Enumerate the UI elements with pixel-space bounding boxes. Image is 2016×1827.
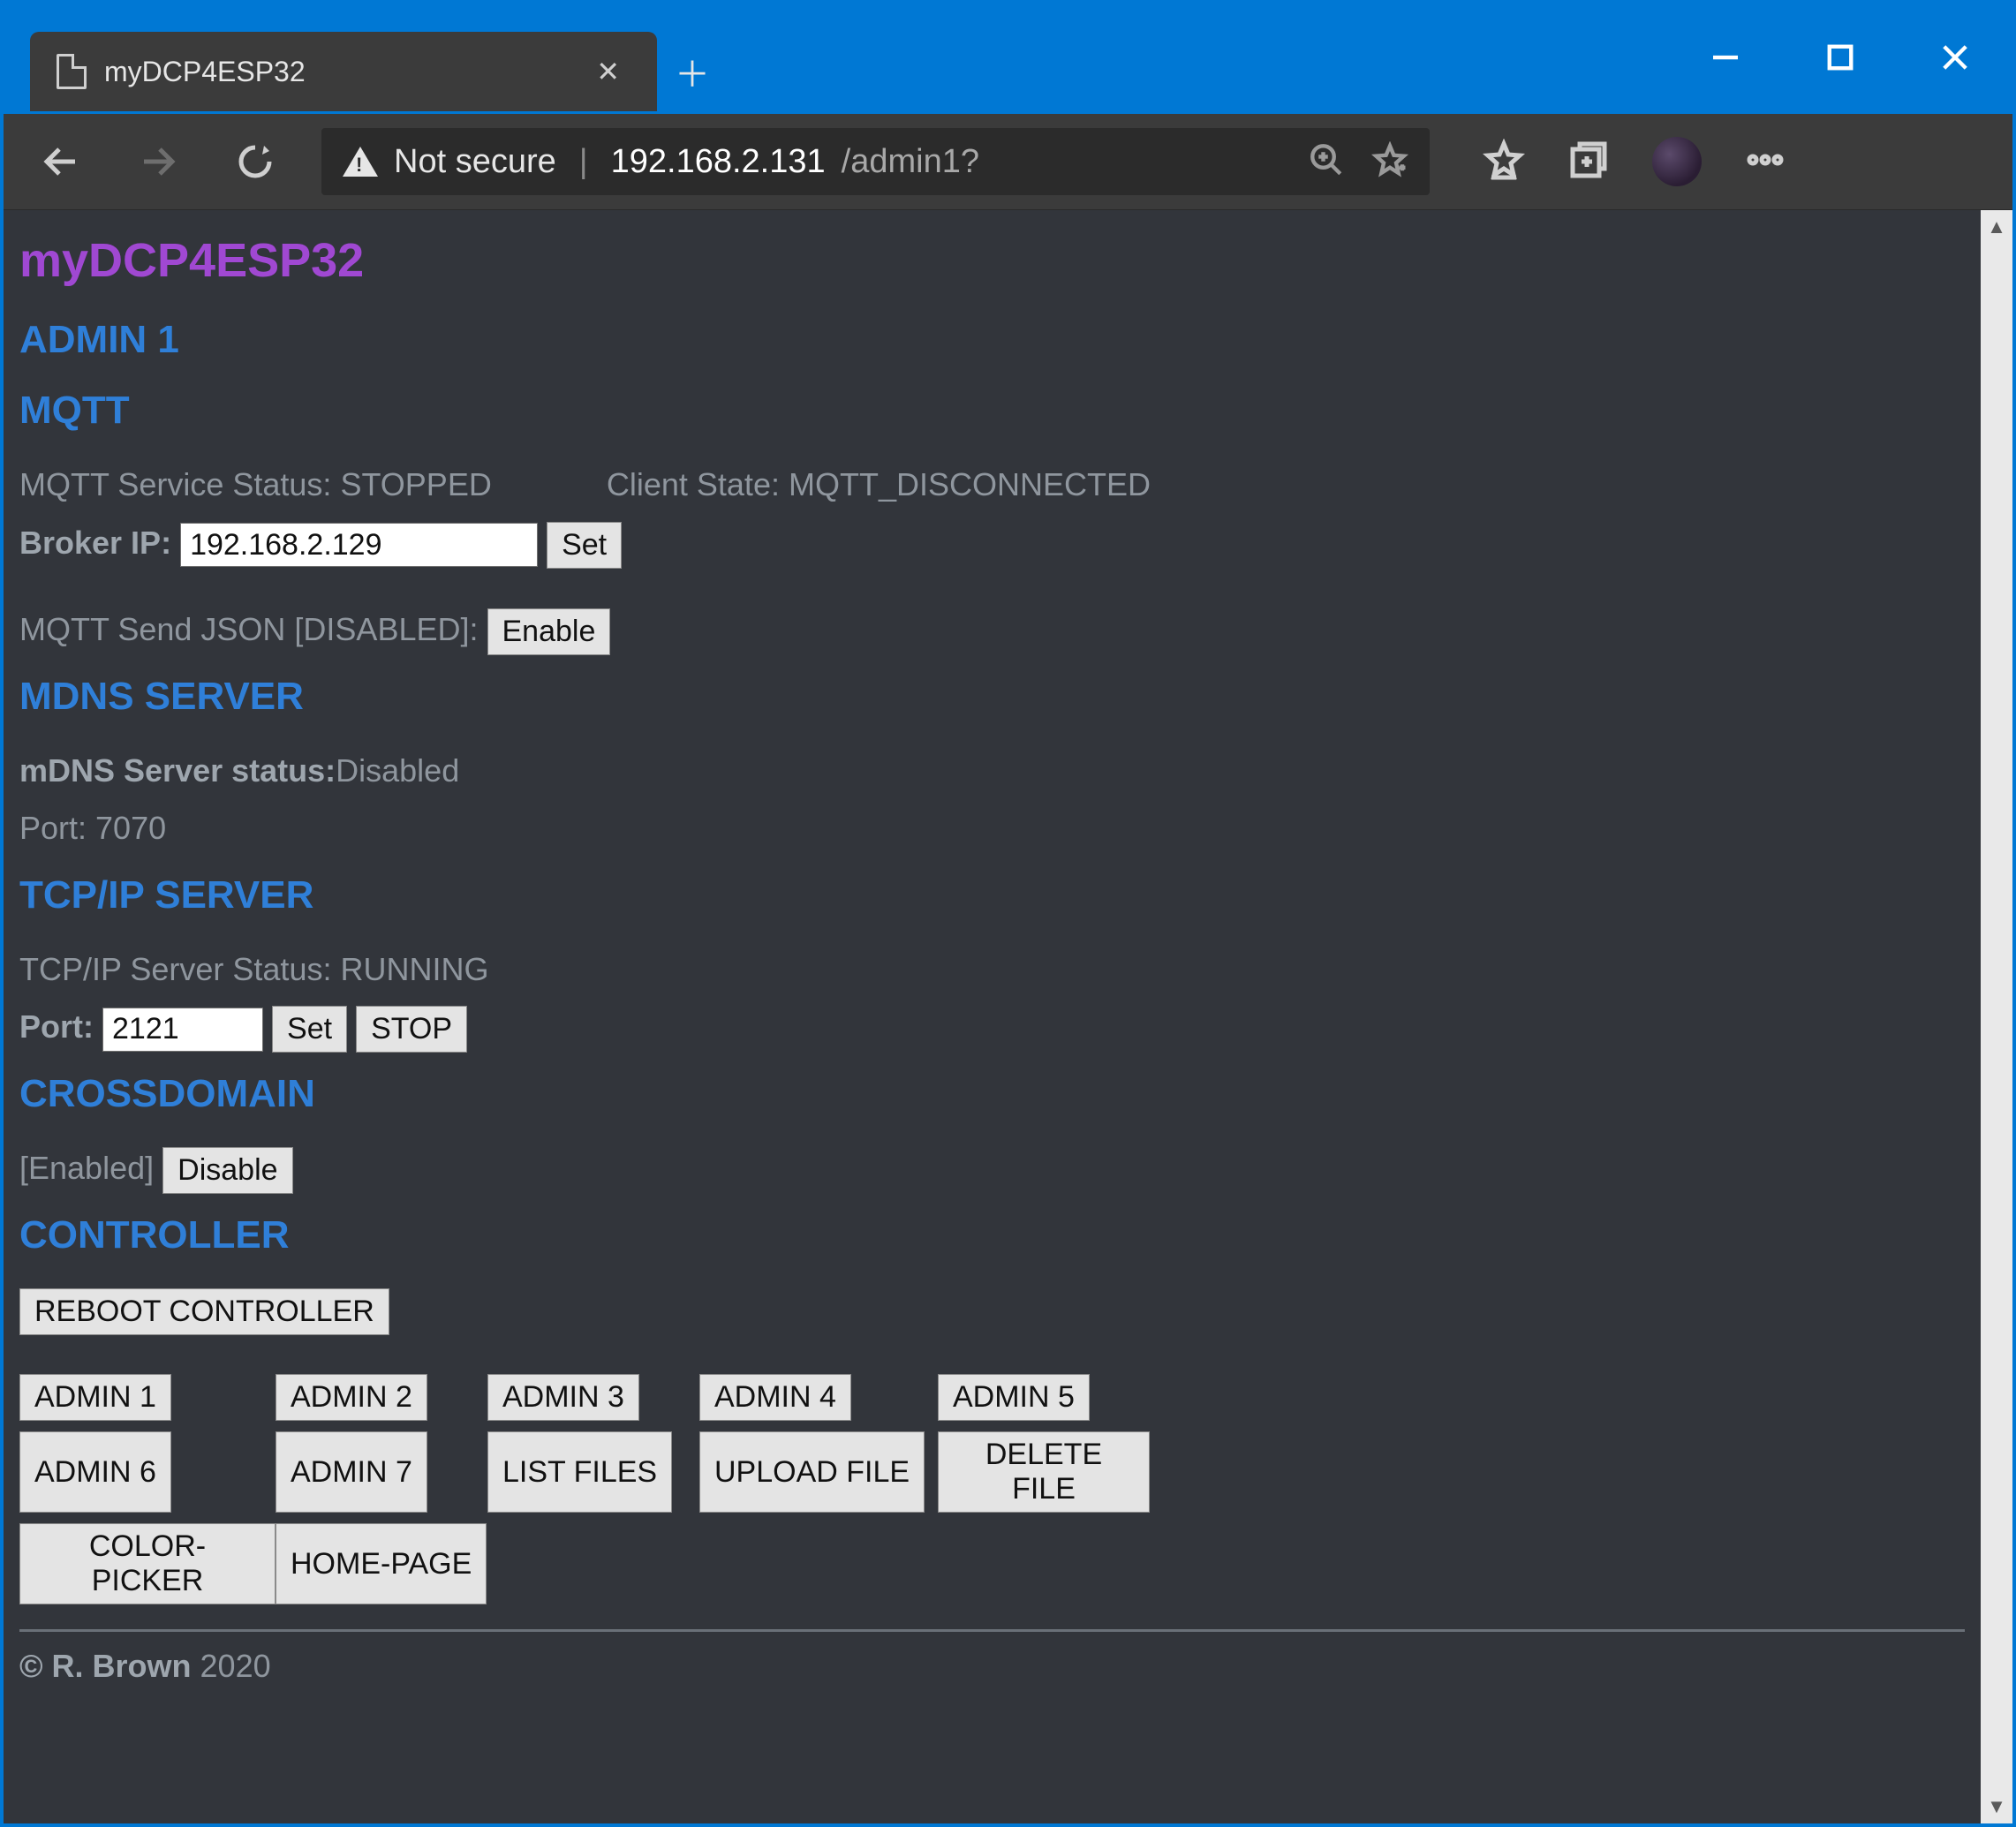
mdns-port-label: Port: <box>19 810 95 846</box>
nav-grid: ADMIN 1 ADMIN 2 ADMIN 3 ADMIN 4 ADMIN 5 … <box>19 1374 1965 1604</box>
scroll-up-icon[interactable]: ▲ <box>1987 215 2006 238</box>
broker-ip-label: Broker IP: <box>19 525 180 561</box>
mdns-status-row: mDNS Server status:Disabled <box>19 745 1965 796</box>
home-page-button[interactable]: HOME-PAGE <box>276 1523 487 1604</box>
mqtt-json-row: MQTT Send JSON [DISABLED]: Enable <box>19 604 1965 655</box>
favorite-add-icon[interactable] <box>1371 141 1408 183</box>
tcpip-set-button[interactable]: Set <box>272 1006 347 1053</box>
mdns-port-value: 7070 <box>95 810 166 846</box>
url-path: /admin1? <box>842 143 979 181</box>
admin7-button[interactable]: ADMIN 7 <box>276 1431 427 1513</box>
crossdomain-heading: CROSSDOMAIN <box>19 1072 1965 1116</box>
close-tab-icon[interactable]: ✕ <box>585 49 630 94</box>
mqtt-status-value: STOPPED <box>340 466 491 502</box>
tcpip-port-input[interactable] <box>102 1008 263 1052</box>
broker-ip-input[interactable] <box>180 523 538 567</box>
controller-heading: CONTROLLER <box>19 1213 1965 1257</box>
mqtt-broker-row: Broker IP: Set <box>19 517 1965 569</box>
crossdomain-status: [Enabled] <box>19 1150 154 1186</box>
footer: © R. Brown 2020 <box>19 1648 1965 1685</box>
copyright: © R. Brown <box>19 1648 192 1684</box>
url-actions <box>1308 141 1408 183</box>
tcpip-port-row: Port: Set STOP <box>19 1001 1965 1053</box>
separator: | <box>579 143 588 181</box>
mqtt-json-enable-button[interactable]: Enable <box>487 608 611 655</box>
security-label: Not secure <box>394 143 556 181</box>
url-input[interactable]: Not secure | 192.168.2.131/admin1? <box>321 128 1430 195</box>
profile-avatar[interactable] <box>1652 137 1702 186</box>
mqtt-json-label: MQTT Send JSON [DISABLED]: <box>19 611 487 647</box>
content-pane: myDCP4ESP32 ADMIN 1 MQTT MQTT Service St… <box>4 210 2012 1823</box>
favorites-icon[interactable] <box>1483 139 1525 185</box>
tcpip-heading: TCP/IP SERVER <box>19 873 1965 917</box>
minimize-button[interactable] <box>1668 18 1783 97</box>
copyright-year: 2020 <box>192 1648 271 1684</box>
collections-icon[interactable] <box>1567 139 1610 185</box>
admin2-button[interactable]: ADMIN 2 <box>276 1374 427 1421</box>
close-window-button[interactable] <box>1898 18 2012 97</box>
reboot-row: REBOOT CONTROLLER <box>19 1284 1965 1335</box>
warning-icon <box>343 147 378 177</box>
mqtt-client-value: MQTT_DISCONNECTED <box>789 466 1151 502</box>
tcpip-port-label: Port: <box>19 1008 102 1045</box>
list-files-button[interactable]: LIST FILES <box>487 1431 672 1513</box>
admin5-button[interactable]: ADMIN 5 <box>938 1374 1090 1421</box>
upload-file-button[interactable]: UPLOAD FILE <box>699 1431 925 1513</box>
color-picker-button[interactable]: COLOR-PICKER <box>19 1523 276 1604</box>
forward-button[interactable] <box>127 131 189 193</box>
document-icon <box>57 54 87 89</box>
vertical-scrollbar[interactable]: ▲ ▼ <box>1981 210 2012 1823</box>
reboot-controller-button[interactable]: REBOOT CONTROLLER <box>19 1288 389 1335</box>
tcpip-stop-button[interactable]: STOP <box>356 1006 467 1053</box>
url-host: 192.168.2.131 <box>611 143 826 181</box>
admin3-button[interactable]: ADMIN 3 <box>487 1374 639 1421</box>
toolbar-right <box>1483 137 1786 186</box>
mdns-status-label: mDNS Server status: <box>19 752 336 789</box>
browser-tab[interactable]: myDCP4ESP32 ✕ <box>30 32 657 111</box>
zoom-icon[interactable] <box>1308 141 1345 183</box>
browser-window: myDCP4ESP32 ✕ ＋ <box>0 0 2016 1827</box>
broker-set-button[interactable]: Set <box>547 522 622 569</box>
new-tab-button[interactable]: ＋ <box>657 32 728 111</box>
mdns-port-row: Port: 7070 <box>19 803 1965 854</box>
admin1-button[interactable]: ADMIN 1 <box>19 1374 171 1421</box>
mdns-status-value: Disabled <box>336 752 459 789</box>
mqtt-status-row: MQTT Service Status: STOPPED Client Stat… <box>19 459 1965 510</box>
admin4-button[interactable]: ADMIN 4 <box>699 1374 851 1421</box>
window-controls <box>1668 4 2012 111</box>
tcpip-status-value: RUNNING <box>340 951 488 987</box>
titlebar: myDCP4ESP32 ✕ ＋ <box>4 4 2012 111</box>
address-bar: Not secure | 192.168.2.131/admin1? <box>4 111 2012 210</box>
refresh-button[interactable] <box>224 131 286 193</box>
footer-separator <box>19 1629 1965 1632</box>
maximize-button[interactable] <box>1783 18 1898 97</box>
tab-title: myDCP4ESP32 <box>104 56 568 88</box>
mqtt-heading: MQTT <box>19 389 1965 433</box>
mqtt-status-label: MQTT Service Status: <box>19 466 340 502</box>
tab-strip: myDCP4ESP32 ✕ ＋ <box>4 4 728 111</box>
scroll-down-icon[interactable]: ▼ <box>1987 1795 2006 1818</box>
mdns-heading: MDNS SERVER <box>19 675 1965 719</box>
back-button[interactable] <box>30 131 92 193</box>
crossdomain-disable-button[interactable]: Disable <box>162 1147 292 1194</box>
tcpip-status-row: TCP/IP Server Status: RUNNING <box>19 944 1965 995</box>
mqtt-client-label: Client State: <box>607 466 789 502</box>
more-icon[interactable] <box>1744 139 1786 185</box>
crossdomain-row: [Enabled] Disable <box>19 1143 1965 1194</box>
admin-heading: ADMIN 1 <box>19 318 1965 362</box>
page-body: myDCP4ESP32 ADMIN 1 MQTT MQTT Service St… <box>4 210 1981 1823</box>
admin6-button[interactable]: ADMIN 6 <box>19 1431 171 1513</box>
page-title: myDCP4ESP32 <box>19 233 1965 288</box>
tcpip-status-label: TCP/IP Server Status: <box>19 951 340 987</box>
delete-file-button[interactable]: DELETE FILE <box>938 1431 1150 1513</box>
